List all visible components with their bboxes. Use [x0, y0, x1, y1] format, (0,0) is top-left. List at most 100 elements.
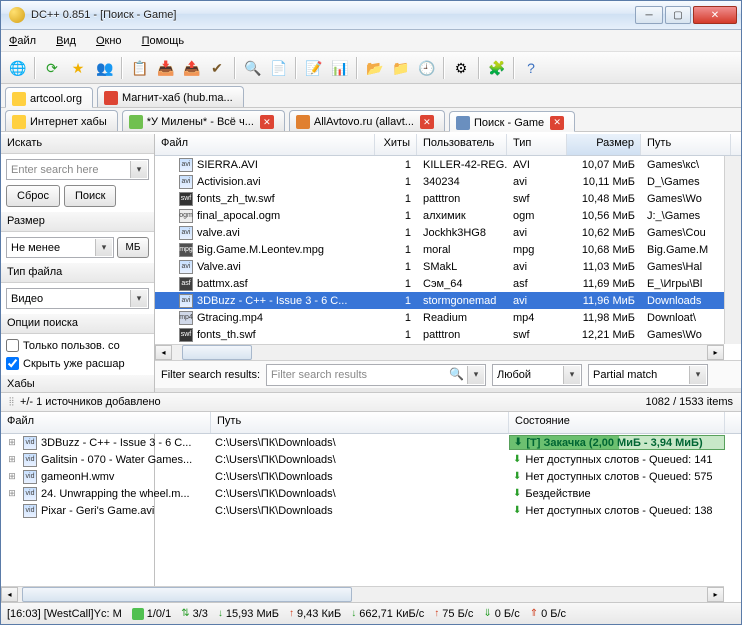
search-input[interactable]: Enter search here — [6, 159, 149, 180]
finished-icon[interactable]: ✔ — [205, 56, 229, 80]
filter-match-select[interactable]: Partial match — [588, 364, 708, 386]
download-icon: ⇓ — [483, 608, 491, 619]
dl-col-state[interactable]: Состояние — [509, 412, 725, 433]
stats-icon[interactable]: 📊 — [327, 56, 351, 80]
result-row[interactable]: asfbattmx.asf1Сэм_64asf11,69 МиБE_\Игры\… — [155, 275, 741, 292]
col-user[interactable]: Пользователь — [417, 134, 507, 155]
type: swf — [507, 328, 567, 342]
chevron-down-icon[interactable] — [130, 290, 147, 307]
close-tab-icon[interactable]: ✕ — [260, 115, 274, 129]
tree-expand-icon[interactable]: ⊞ — [5, 488, 19, 499]
close-tab-icon[interactable]: ✕ — [420, 115, 434, 129]
hub-tab[interactable]: *У Милены* - Всё ч...✕ — [122, 110, 285, 131]
download-icon: ↓ — [351, 608, 356, 619]
download-queue-icon[interactable]: 📥 — [153, 56, 177, 80]
tab-label: artcool.org — [30, 93, 82, 105]
dl-horizontal-scrollbar[interactable]: ◂▸ — [1, 586, 724, 602]
notepad-icon[interactable]: 📝 — [301, 56, 325, 80]
download-row[interactable]: vidPixar - Geri's Game.aviC:\Users\ПК\Do… — [1, 502, 741, 519]
dl-col-path[interactable]: Путь — [211, 412, 509, 433]
result-row[interactable]: avi3DBuzz - C++ - Issue 3 - 6 C...1storm… — [155, 292, 741, 309]
result-row[interactable]: aviValve.avi1SMakLavi11,03 МиБGames\Hal — [155, 258, 741, 275]
tree-expand-icon[interactable]: ⊞ — [5, 471, 19, 482]
result-row[interactable]: aviSIERRA.AVI1KILLER-42-REG...AVI10,07 М… — [155, 156, 741, 173]
open-filelist-icon[interactable]: 📂 — [362, 56, 386, 80]
plugins-icon[interactable]: 🧩 — [484, 56, 508, 80]
result-row[interactable]: swffonts_zh_tw.swf1patttronswf10,48 МиБG… — [155, 190, 741, 207]
help-icon[interactable]: ? — [519, 56, 543, 80]
result-row[interactable]: swffonts_th.swf1patttronswf12,21 МиБGame… — [155, 326, 741, 343]
download-row[interactable]: ⊞vidgameonH.wmvC:\Users\ПК\Downloads⬇Нет… — [1, 468, 741, 485]
download-row[interactable]: ⊞vid24. Unwrapping the wheel.m...C:\User… — [1, 485, 741, 502]
tree-expand-icon[interactable]: ⊞ — [5, 454, 19, 465]
result-row[interactable]: ogmfinal_apocal.ogm1алхимикogm10,56 МиБJ… — [155, 207, 741, 224]
search-button[interactable]: Поиск — [64, 185, 116, 207]
tab-label: Интернет хабы — [30, 116, 107, 128]
download-row[interactable]: ⊞vid3DBuzz - C++ - Issue 3 - 6 C...C:\Us… — [1, 434, 741, 451]
type: swf — [507, 192, 567, 206]
col-size[interactable]: Размер — [567, 134, 641, 155]
size-unit-button[interactable]: МБ — [117, 237, 149, 258]
only-users-checkbox[interactable]: Только пользов. со — [6, 339, 149, 352]
maximize-button[interactable]: ▢ — [665, 6, 691, 24]
globe-icon[interactable]: 🌐 — [5, 56, 29, 80]
queue-icon[interactable]: 📋 — [127, 56, 151, 80]
filter-column-select[interactable]: Любой — [492, 364, 582, 386]
vertical-scrollbar[interactable] — [724, 156, 741, 344]
close-tab-icon[interactable]: ✕ — [550, 116, 564, 130]
recent-icon[interactable]: 🕘 — [414, 56, 438, 80]
download-row[interactable]: ⊞vidGalitsin - 070 - Water Games...C:\Us… — [1, 451, 741, 468]
col-type[interactable]: Тип — [507, 134, 567, 155]
hub-icon — [456, 116, 470, 130]
refresh-icon[interactable]: ⟳ — [40, 56, 64, 80]
file-icon: avi — [179, 260, 193, 274]
tree-expand-icon[interactable]: ⊞ — [5, 437, 19, 448]
reset-button[interactable]: Сброс — [6, 185, 60, 207]
size: 11,69 МиБ — [567, 277, 641, 291]
search-icon[interactable]: 🔍 — [240, 56, 264, 80]
close-button[interactable]: ✕ — [693, 6, 737, 24]
upload-queue-icon[interactable]: 📤 — [179, 56, 203, 80]
file-icon: avi — [179, 294, 193, 308]
hide-shared-checkbox[interactable]: Скрыть уже расшар — [6, 357, 149, 370]
result-row[interactable]: avivalve.avi1Jockhk3HG8avi10,62 МиБGames… — [155, 224, 741, 241]
chevron-down-icon[interactable] — [130, 161, 147, 178]
settings-icon[interactable]: ⚙ — [449, 56, 473, 80]
result-row[interactable]: aviActivision.avi1340234avi10,11 МиБD_\G… — [155, 173, 741, 190]
filetype-select[interactable]: Видео — [6, 288, 149, 309]
size-mode-select[interactable]: Не менее — [6, 237, 114, 258]
file-icon: vid — [23, 487, 37, 501]
menu-window[interactable]: Окно — [96, 35, 122, 47]
horizontal-scrollbar[interactable]: ◂▸ — [155, 344, 724, 360]
hub-icon — [12, 115, 26, 129]
col-file[interactable]: Файл — [155, 134, 375, 155]
result-row[interactable]: mpgBig.Game.M.Leontev.mpg1moralmpg10,68 … — [155, 241, 741, 258]
hits: 1 — [375, 158, 417, 172]
users-icon[interactable]: 👥 — [92, 56, 116, 80]
download-arrow-icon: ⬇ — [513, 505, 521, 516]
favorite-icon[interactable]: ★ — [66, 56, 90, 80]
hub-tab[interactable]: Поиск - Game✕ — [449, 111, 575, 132]
path: Big.Game.M — [641, 243, 731, 257]
col-path[interactable]: Путь — [641, 134, 731, 155]
hub-tab[interactable]: artcool.org — [5, 87, 93, 108]
menu-view[interactable]: Вид — [56, 35, 76, 47]
chevron-down-icon[interactable] — [467, 366, 484, 384]
hub-tab[interactable]: AllAvtovo.ru (allavt...✕ — [289, 110, 445, 131]
menu-help[interactable]: Помощь — [142, 35, 185, 47]
own-filelist-icon[interactable]: 📁 — [388, 56, 412, 80]
col-hits[interactable]: Хиты — [375, 134, 417, 155]
hub-tab[interactable]: Магнит-хаб (hub.ma... — [97, 86, 244, 107]
file-icon: vid — [23, 436, 37, 450]
chevron-down-icon[interactable] — [689, 366, 706, 384]
minimize-button[interactable]: ─ — [635, 6, 663, 24]
chevron-down-icon[interactable] — [563, 366, 580, 384]
dl-col-file[interactable]: Файл — [1, 412, 211, 433]
search-icon[interactable]: 🔍 — [449, 367, 464, 381]
chevron-down-icon[interactable] — [95, 239, 112, 256]
file-name: Big.Game.M.Leontev.mpg — [197, 244, 324, 256]
adl-icon[interactable]: 📄 — [266, 56, 290, 80]
hub-tab[interactable]: Интернет хабы — [5, 110, 118, 131]
menu-file[interactable]: Файл — [9, 35, 36, 47]
result-row[interactable]: mp4Gtracing.mp41Readiummp411,98 МиБDownl… — [155, 309, 741, 326]
